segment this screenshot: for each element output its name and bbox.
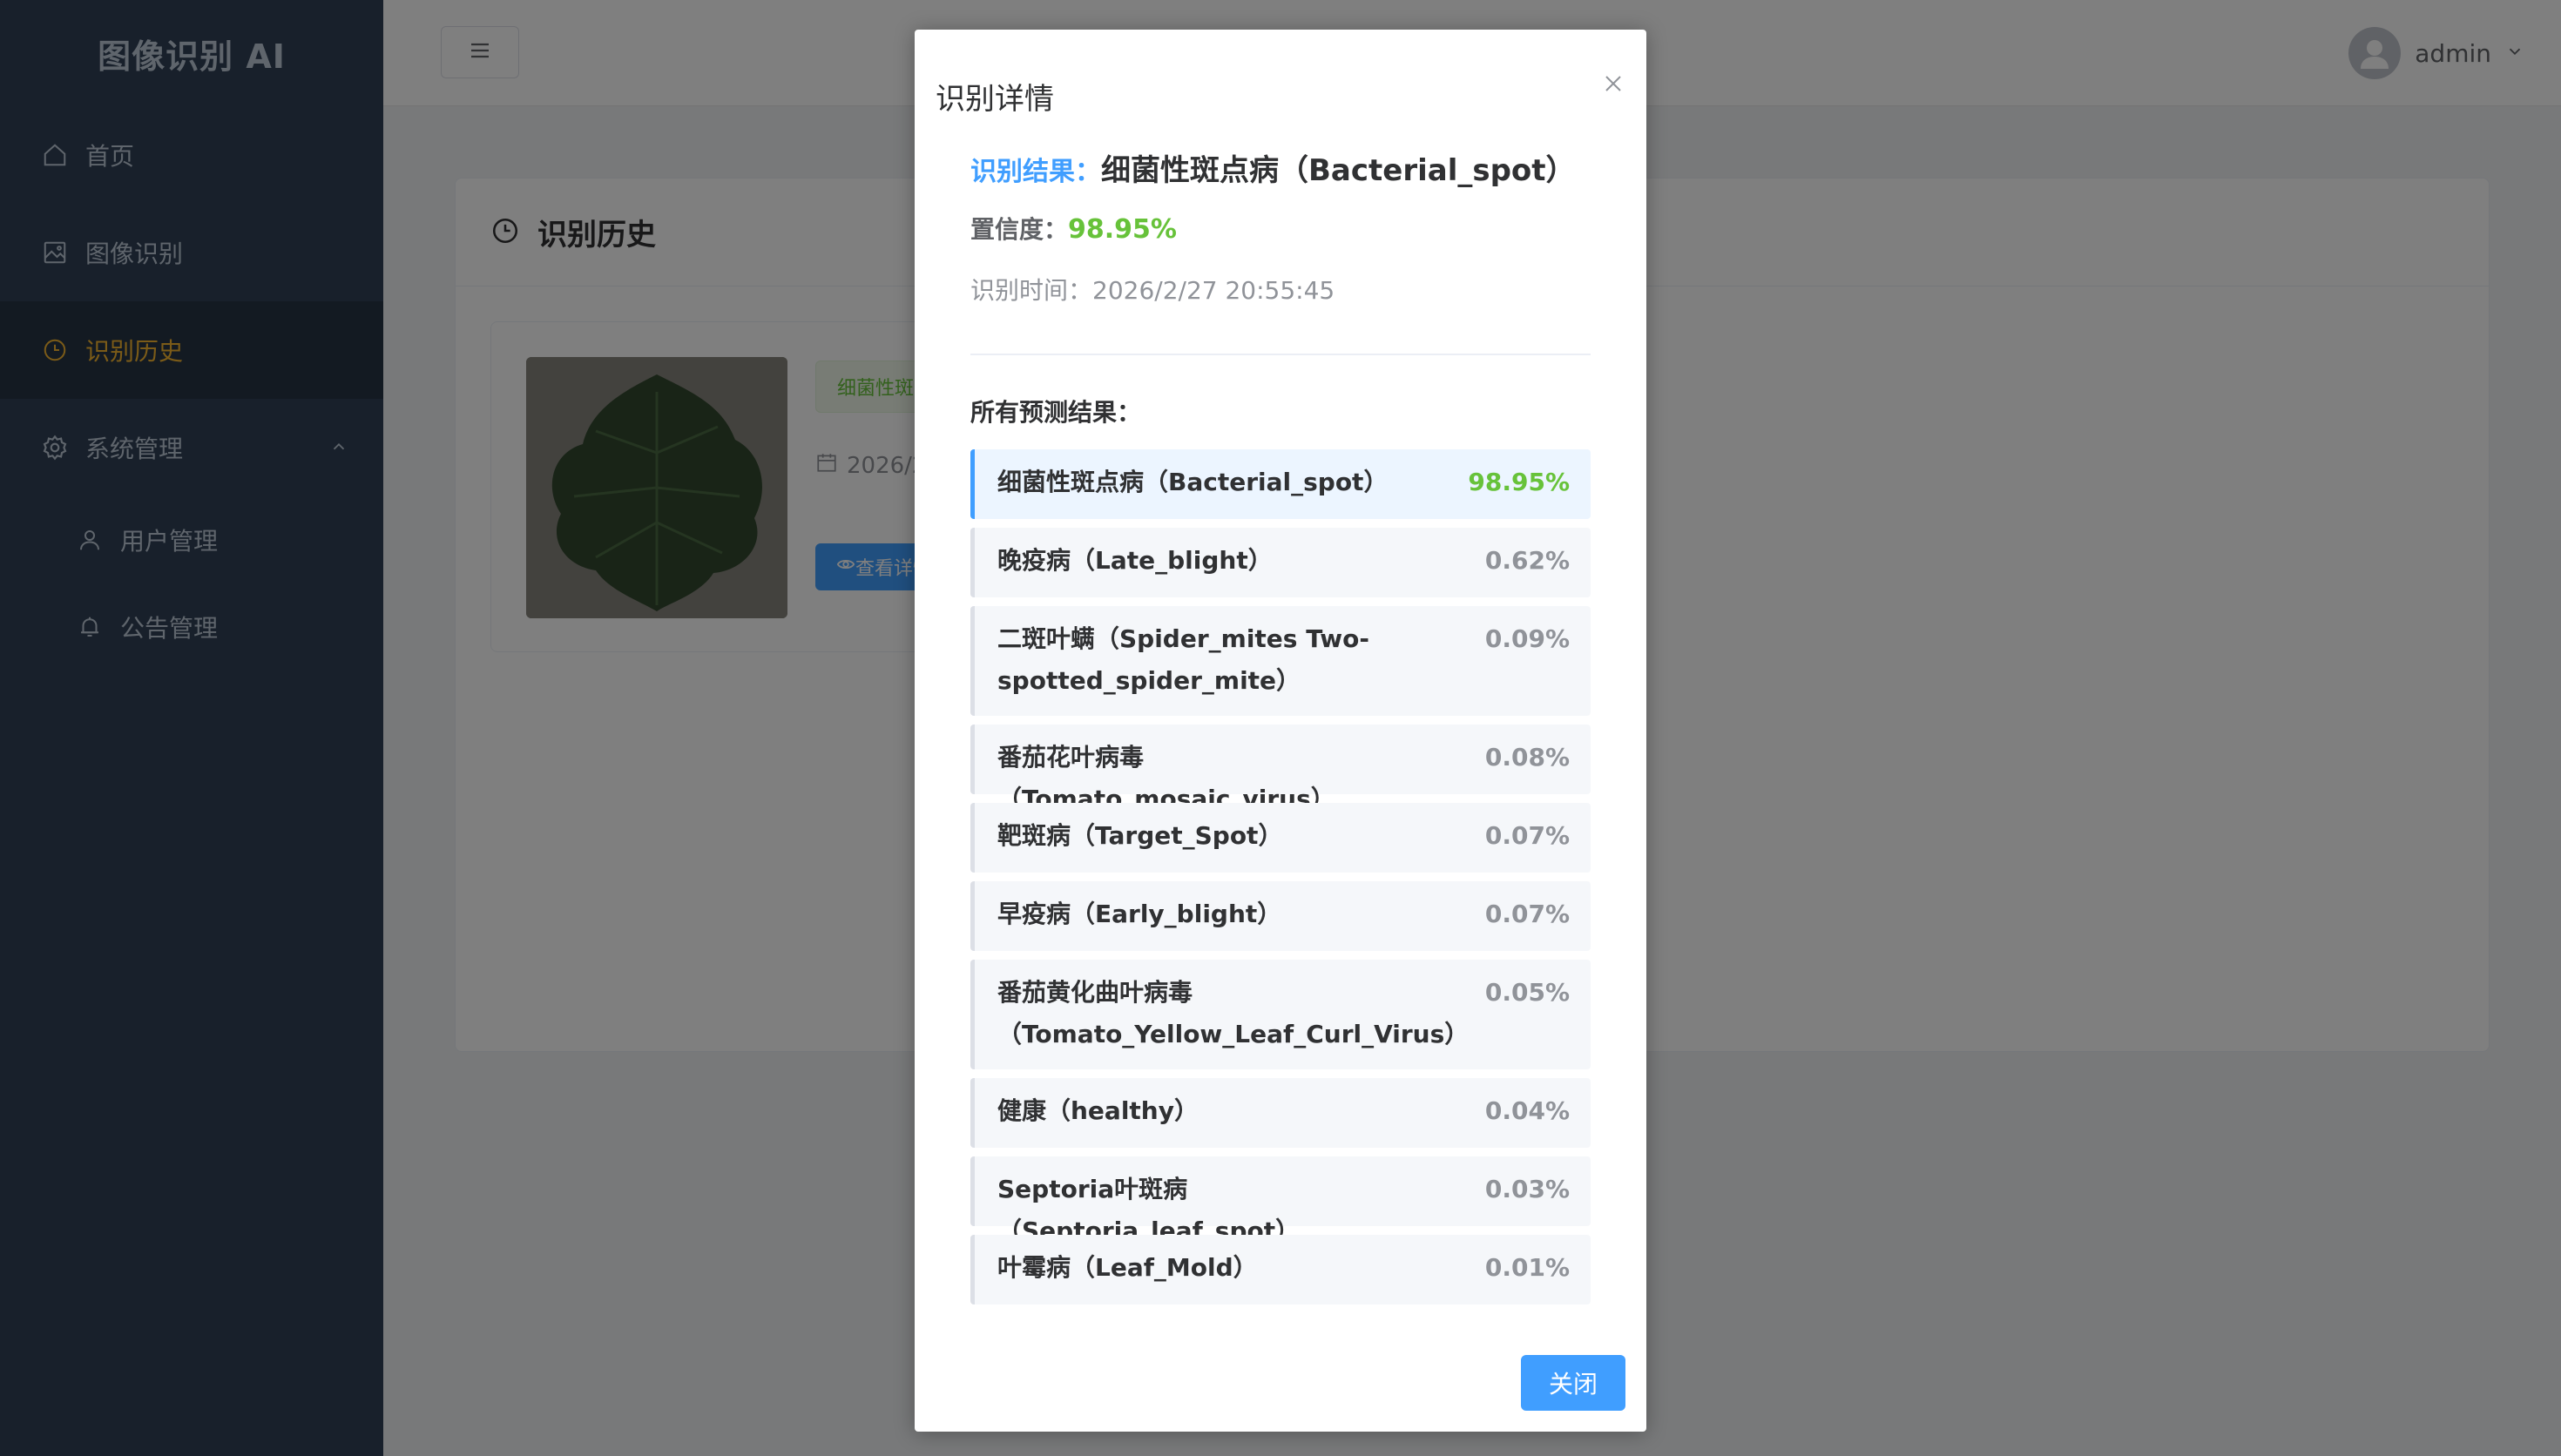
time-value: 2026/2/27 20:55:45: [1092, 276, 1335, 305]
confidence-label: 置信度：: [970, 215, 1069, 244]
prediction-name: 番茄黄化曲叶病毒（Tomato_Yellow_Leaf_Curl_Virus）: [997, 978, 1470, 1048]
prediction-value: 0.09%: [1484, 624, 1570, 653]
dialog-title: 识别详情: [936, 82, 1054, 117]
prediction-name: 早疫病（Early_blight）: [997, 900, 1282, 928]
result-value: 细菌性斑点病（Bacterial_spot）: [1101, 153, 1576, 188]
prediction-name: 细菌性斑点病（Bacterial_spot）: [997, 468, 1389, 496]
prediction-row: 细菌性斑点病（Bacterial_spot） 98.95%: [970, 449, 1591, 519]
result-label: 识别结果：: [970, 157, 1101, 187]
prediction-value: 0.07%: [1484, 821, 1570, 850]
prediction-value: 0.62%: [1484, 546, 1570, 575]
time-label: 识别时间：: [970, 276, 1093, 305]
dialog-close-button[interactable]: [1601, 73, 1625, 98]
all-predictions-title: 所有预测结果：: [970, 398, 1142, 427]
prediction-value: 0.03%: [1484, 1175, 1570, 1203]
close-button[interactable]: 关闭: [1521, 1355, 1625, 1411]
prediction-value: 0.05%: [1484, 978, 1570, 1007]
prediction-name: 叶霉病（Leaf_Mold）: [997, 1253, 1258, 1282]
prediction-value: 0.08%: [1484, 743, 1570, 772]
prediction-row: 晚疫病（Late_blight） 0.62%: [970, 528, 1591, 597]
prediction-row: 番茄黄化曲叶病毒（Tomato_Yellow_Leaf_Curl_Virus） …: [970, 960, 1591, 1069]
close-icon: [1603, 73, 1624, 98]
confidence-line: 置信度： 98.95%: [970, 211, 1177, 246]
prediction-name: 晚疫病（Late_blight）: [997, 546, 1273, 575]
prediction-name: 二斑叶螨（Spider_mites Two-spotted_spider_mit…: [997, 624, 1369, 695]
prediction-row: 早疫病（Early_blight） 0.07%: [970, 881, 1591, 951]
prediction-row: Septoria叶斑病（Septoria_leaf_spot） 0.03%: [970, 1156, 1591, 1245]
confidence-value: 98.95%: [1068, 214, 1177, 245]
prediction-value: 0.07%: [1484, 900, 1570, 928]
prediction-value: 0.01%: [1484, 1253, 1570, 1282]
prediction-value: 0.04%: [1484, 1096, 1570, 1125]
prediction-name: 健康（healthy）: [997, 1096, 1199, 1125]
prediction-row: 健康（healthy） 0.04%: [970, 1078, 1591, 1148]
divider: [970, 354, 1591, 355]
prediction-row: 二斑叶螨（Spider_mites Two-spotted_spider_mit…: [970, 606, 1591, 716]
prediction-value: 98.95%: [1468, 468, 1570, 496]
prediction-row: 叶霉病（Leaf_Mold） 0.01%: [970, 1235, 1591, 1304]
prediction-row: 番茄花叶病毒（Tomato_mosaic_virus） 0.08%: [970, 725, 1591, 813]
prediction-row: 靶斑病（Target_Spot） 0.07%: [970, 803, 1591, 873]
prediction-name: 靶斑病（Target_Spot）: [997, 821, 1283, 850]
result-line: 识别结果： 细菌性斑点病（Bacterial_spot）: [970, 146, 1576, 189]
detail-dialog: 识别详情 识别结果： 细菌性斑点病（Bacterial_spot） 置信度： 9…: [915, 30, 1646, 1432]
time-line: 识别时间： 2026/2/27 20:55:45: [970, 272, 1335, 307]
